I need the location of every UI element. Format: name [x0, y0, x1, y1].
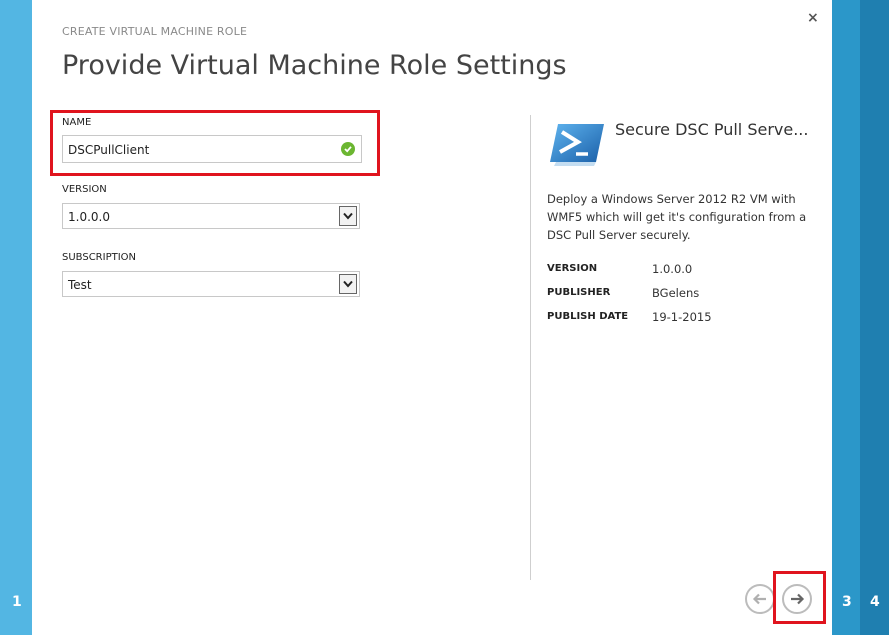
- meta-version-key: VERSION: [547, 263, 598, 274]
- meta-version-value: 1.0.0.0: [652, 262, 693, 276]
- arrow-right-icon: [791, 593, 805, 605]
- name-input[interactable]: DSCPullClient: [62, 135, 362, 163]
- version-select[interactable]: 1.0.0.0: [62, 203, 360, 229]
- next-button[interactable]: [782, 584, 812, 614]
- meta-publish-date-value: 19-1-2015: [652, 310, 712, 324]
- meta-publisher-value: BGelens: [652, 286, 700, 300]
- version-chevron-down-icon[interactable]: [339, 206, 357, 226]
- package-description: Deploy a Windows Server 2012 R2 VM with …: [547, 192, 807, 242]
- subscription-chevron-down-icon[interactable]: [339, 274, 357, 294]
- version-label: VERSION: [62, 184, 107, 195]
- step-1-label[interactable]: 1: [12, 594, 22, 610]
- meta-publisher-key: PUBLISHER: [547, 287, 611, 298]
- subscription-select-value: Test: [68, 278, 92, 292]
- wizard-kicker: CREATE VIRTUAL MACHINE ROLE: [62, 25, 248, 38]
- meta-publish-date-key: PUBLISH DATE: [547, 311, 629, 322]
- close-button[interactable]: ×: [807, 10, 819, 26]
- name-label: NAME: [62, 117, 92, 128]
- panel-divider: [530, 115, 531, 580]
- step-3-label[interactable]: 3: [842, 594, 852, 610]
- step-4-tab[interactable]: 4: [860, 0, 889, 635]
- name-input-value: DSCPullClient: [68, 143, 150, 157]
- wizard-dialog: × CREATE VIRTUAL MACHINE ROLE Provide Vi…: [32, 0, 832, 635]
- valid-check-icon: [341, 142, 355, 156]
- subscription-label: SUBSCRIPTION: [62, 252, 137, 263]
- powershell-icon: [548, 122, 606, 170]
- wizard-step-rail-right: 3 4: [832, 0, 889, 635]
- page-title: Provide Virtual Machine Role Settings: [62, 50, 567, 81]
- package-title: Secure DSC Pull Serve...: [615, 120, 809, 139]
- back-button[interactable]: [745, 584, 775, 614]
- step-4-label[interactable]: 4: [870, 594, 880, 610]
- step-3-tab[interactable]: 3: [832, 0, 860, 635]
- subscription-select[interactable]: Test: [62, 271, 360, 297]
- version-select-value: 1.0.0.0: [68, 210, 110, 224]
- wizard-step-rail-left[interactable]: 1: [0, 0, 32, 635]
- arrow-left-icon: [752, 593, 766, 605]
